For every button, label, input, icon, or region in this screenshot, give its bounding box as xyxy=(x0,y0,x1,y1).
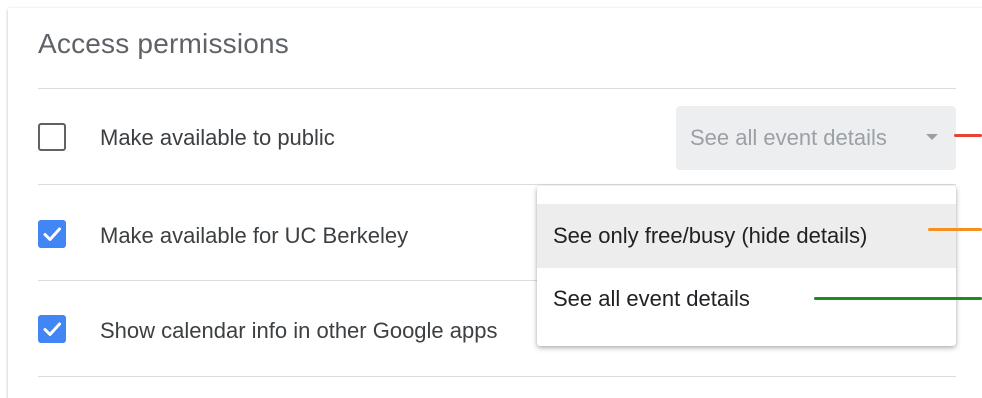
calendar-settings-screen: Access permissions Make available to pub… xyxy=(0,0,982,398)
check-icon xyxy=(43,227,61,241)
access-level-menu: See only free/busy (hide details) See al… xyxy=(537,186,956,346)
menu-option-free-busy[interactable]: See only free/busy (hide details) xyxy=(537,204,956,268)
public-label: Make available to public xyxy=(100,125,335,150)
divider xyxy=(38,88,956,89)
public-checkbox[interactable] xyxy=(38,123,66,151)
divider xyxy=(38,184,956,185)
organization-label: Make available for UC Berkeley xyxy=(100,223,409,248)
annotation-line-orange xyxy=(928,228,982,231)
check-icon xyxy=(43,322,61,336)
select-value: See all event details xyxy=(690,125,887,150)
menu-option-label: See all event details xyxy=(553,286,750,311)
organization-checkbox[interactable] xyxy=(38,220,66,248)
annotation-line-green xyxy=(814,297,982,300)
caret-down-icon xyxy=(926,134,938,140)
menu-option-label: See only free/busy (hide details) xyxy=(553,223,868,248)
other-apps-checkbox[interactable] xyxy=(38,315,66,343)
section-title: Access permissions xyxy=(38,28,290,59)
divider xyxy=(38,376,956,377)
menu-option-all-details[interactable]: See all event details xyxy=(537,268,956,332)
annotation-line-red xyxy=(954,134,982,137)
other-apps-label: Show calendar info in other Google apps xyxy=(100,318,498,343)
public-access-select[interactable]: See all event details xyxy=(676,106,956,170)
